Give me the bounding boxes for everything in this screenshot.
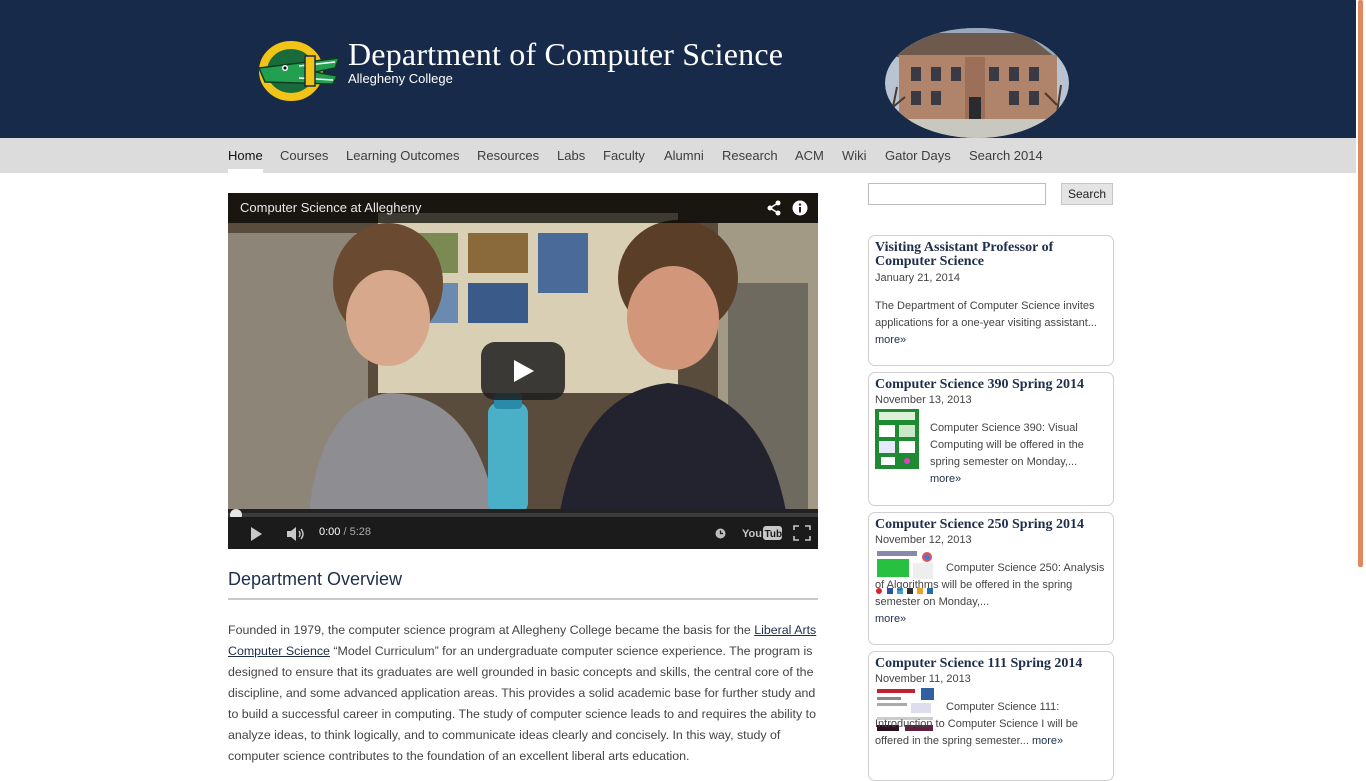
- youtube-logo-you: You: [742, 528, 762, 540]
- video-time: 0:00 / 5:28: [319, 526, 371, 538]
- news-excerpt: The Department of Computer Science invit…: [875, 298, 1107, 349]
- main-nav: Home Courses Learning Outcomes Resources…: [0, 138, 1356, 173]
- news-excerpt-text: Computer Science 390: Visual Computing w…: [930, 422, 1084, 468]
- video-title-bar: Computer Science at Allegheny: [228, 193, 818, 223]
- nav-item-courses[interactable]: Courses: [280, 138, 328, 173]
- news-excerpt-text: Computer Science 250: Analysis of Algori…: [875, 562, 1105, 608]
- news-more-link[interactable]: more»: [875, 334, 906, 346]
- nav-item-gator-days[interactable]: Gator Days: [885, 138, 951, 173]
- building-photo: [885, 28, 1069, 138]
- nav-item-labs[interactable]: Labs: [557, 138, 585, 173]
- news-excerpt: Computer Science 111: Introduction to Co…: [875, 699, 1113, 750]
- watch-later-icon[interactable]: [715, 528, 726, 539]
- allegheny-gator-logo[interactable]: [255, 38, 341, 104]
- nav-item-alumni[interactable]: Alumni: [664, 138, 704, 173]
- svg-text:Tube: Tube: [765, 529, 783, 540]
- volume-icon[interactable]: [286, 526, 306, 542]
- nav-item-wiki[interactable]: Wiki: [842, 138, 867, 173]
- info-icon[interactable]: [792, 200, 808, 216]
- video-current-time: 0:00: [319, 526, 341, 538]
- search-button[interactable]: Search: [1061, 183, 1113, 205]
- nav-item-acm[interactable]: ACM: [795, 138, 824, 173]
- video-controls: 0:00 / 5:28 You Tube: [228, 517, 818, 549]
- nav-item-faculty[interactable]: Faculty: [603, 138, 645, 173]
- play-icon[interactable]: [248, 526, 264, 542]
- overview-divider: [228, 598, 818, 600]
- site-subtitle: Allegheny College: [348, 71, 453, 86]
- nav-item-search-2014[interactable]: Search 2014: [969, 138, 1043, 173]
- news-card: Visiting Assistant Professor of Computer…: [868, 235, 1114, 366]
- news-title[interactable]: Computer Science 250 Spring 2014: [875, 518, 1107, 532]
- news-title[interactable]: Visiting Assistant Professor of Computer…: [875, 241, 1107, 269]
- site-title[interactable]: Department of Computer Science: [348, 36, 783, 73]
- nav-item-learning-outcomes[interactable]: Learning Outcomes: [346, 138, 459, 173]
- nav-item-resources[interactable]: Resources: [477, 138, 539, 173]
- news-date: January 21, 2014: [875, 272, 961, 284]
- news-card: Computer Science 250 Spring 2014 Novembe…: [868, 512, 1114, 645]
- news-title[interactable]: Computer Science 390 Spring 2014: [875, 378, 1107, 392]
- site-header: Department of Computer Science Allegheny…: [0, 0, 1356, 138]
- cs390-thumbnail[interactable]: [875, 409, 919, 469]
- video-duration: / 5:28: [340, 526, 371, 538]
- nav-item-research[interactable]: Research: [722, 138, 778, 173]
- play-button-large[interactable]: [481, 342, 565, 400]
- overview-text-after-link: “Model Curriculum” for an undergraduate …: [228, 644, 816, 763]
- news-more-link[interactable]: more»: [1032, 735, 1063, 747]
- nav-item-home[interactable]: Home: [228, 138, 263, 173]
- news-more-link[interactable]: more»: [875, 611, 906, 628]
- news-excerpt: Computer Science 390: Visual Computing w…: [930, 420, 1110, 488]
- news-date: November 13, 2013: [875, 394, 972, 406]
- fullscreen-icon[interactable]: [793, 525, 811, 541]
- news-more-link[interactable]: more»: [930, 473, 961, 485]
- overview-heading: Department Overview: [228, 569, 403, 589]
- news-date: November 11, 2013: [875, 673, 971, 685]
- youtube-logo-icon[interactable]: You Tube: [742, 525, 782, 541]
- video-player[interactable]: Computer Science at Allegheny 0:00 / 5:2…: [228, 193, 818, 549]
- news-excerpt-text: The Department of Computer Science invit…: [875, 300, 1097, 329]
- video-title[interactable]: Computer Science at Allegheny: [240, 200, 421, 215]
- news-date: November 12, 2013: [875, 534, 972, 546]
- news-title[interactable]: Computer Science 111 Spring 2014: [875, 657, 1107, 671]
- news-card: Computer Science 390 Spring 2014 Novembe…: [868, 372, 1114, 506]
- overview-paragraph: Founded in 1979, the computer science pr…: [228, 620, 822, 767]
- search-input[interactable]: [868, 183, 1046, 205]
- news-card: Computer Science 111 Spring 2014 Novembe…: [868, 651, 1114, 781]
- overview-text-before-link: Founded in 1979, the computer science pr…: [228, 623, 755, 637]
- news-excerpt: Computer Science 250: Analysis of Algori…: [875, 560, 1113, 611]
- share-icon[interactable]: [766, 200, 782, 216]
- scrollbar-thumb[interactable]: [1358, 0, 1363, 567]
